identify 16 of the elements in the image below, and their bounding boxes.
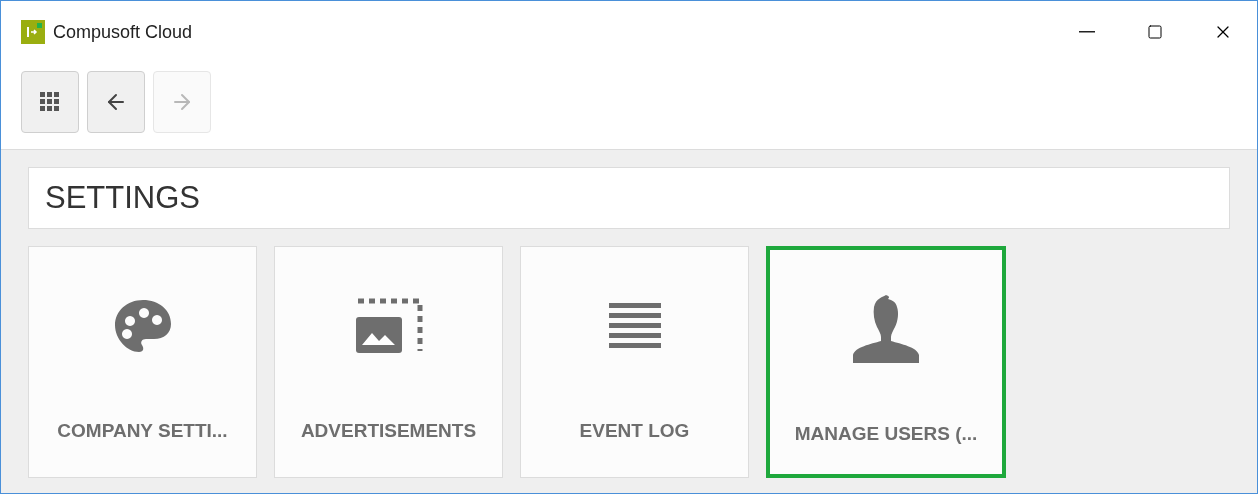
- grid-icon: [40, 92, 60, 112]
- user-icon: [851, 293, 921, 365]
- apps-button[interactable]: [21, 71, 79, 133]
- back-button[interactable]: [87, 71, 145, 133]
- maximize-icon: [1147, 24, 1163, 40]
- image-icon: [353, 297, 424, 355]
- window-title: Compusoft Cloud: [53, 20, 193, 44]
- minimize-icon: [1079, 31, 1095, 33]
- settings-tile[interactable]: EVENT LOG: [520, 246, 749, 478]
- settings-tile[interactable]: MANAGE USERS (...: [766, 246, 1006, 478]
- page-title: SETTINGS: [45, 178, 200, 217]
- list-icon: [608, 303, 661, 349]
- settings-tile[interactable]: COMPANY SETTI...: [28, 246, 257, 478]
- settings-tile[interactable]: ADVERTISEMENTS: [274, 246, 503, 478]
- palette-icon: [112, 298, 173, 354]
- app-logo-icon: [21, 20, 45, 44]
